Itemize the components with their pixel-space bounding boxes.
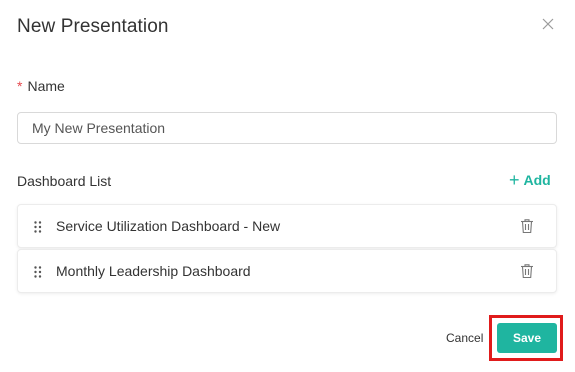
- trash-icon[interactable]: [520, 263, 534, 279]
- add-label: Add: [523, 172, 551, 188]
- new-presentation-dialog: New Presentation *Name Dashboard List + …: [0, 0, 575, 372]
- name-label-text: Name: [27, 78, 65, 94]
- name-input[interactable]: [17, 112, 557, 144]
- drag-handle-icon[interactable]: [34, 220, 42, 233]
- dashboard-list: Service Utilization Dashboard - New Mont…: [17, 204, 557, 294]
- add-dashboard-button[interactable]: + Add: [509, 171, 551, 189]
- dashboard-item-label: Service Utilization Dashboard - New: [56, 218, 281, 234]
- close-icon[interactable]: [540, 16, 556, 32]
- dialog-title: New Presentation: [17, 16, 169, 37]
- trash-icon[interactable]: [520, 218, 534, 234]
- dashboard-item-label: Monthly Leadership Dashboard: [56, 263, 251, 279]
- dashboard-list-item: Monthly Leadership Dashboard: [17, 249, 557, 293]
- drag-handle-icon[interactable]: [34, 265, 42, 278]
- name-label: * Name: [17, 78, 65, 94]
- dashboard-list-label: Dashboard List: [17, 173, 112, 189]
- save-button[interactable]: Save: [497, 323, 557, 353]
- cancel-button[interactable]: Cancel: [446, 331, 483, 345]
- required-marker: *: [17, 78, 23, 94]
- dashboard-list-item: Service Utilization Dashboard - New: [17, 204, 557, 248]
- plus-icon: +: [509, 170, 520, 190]
